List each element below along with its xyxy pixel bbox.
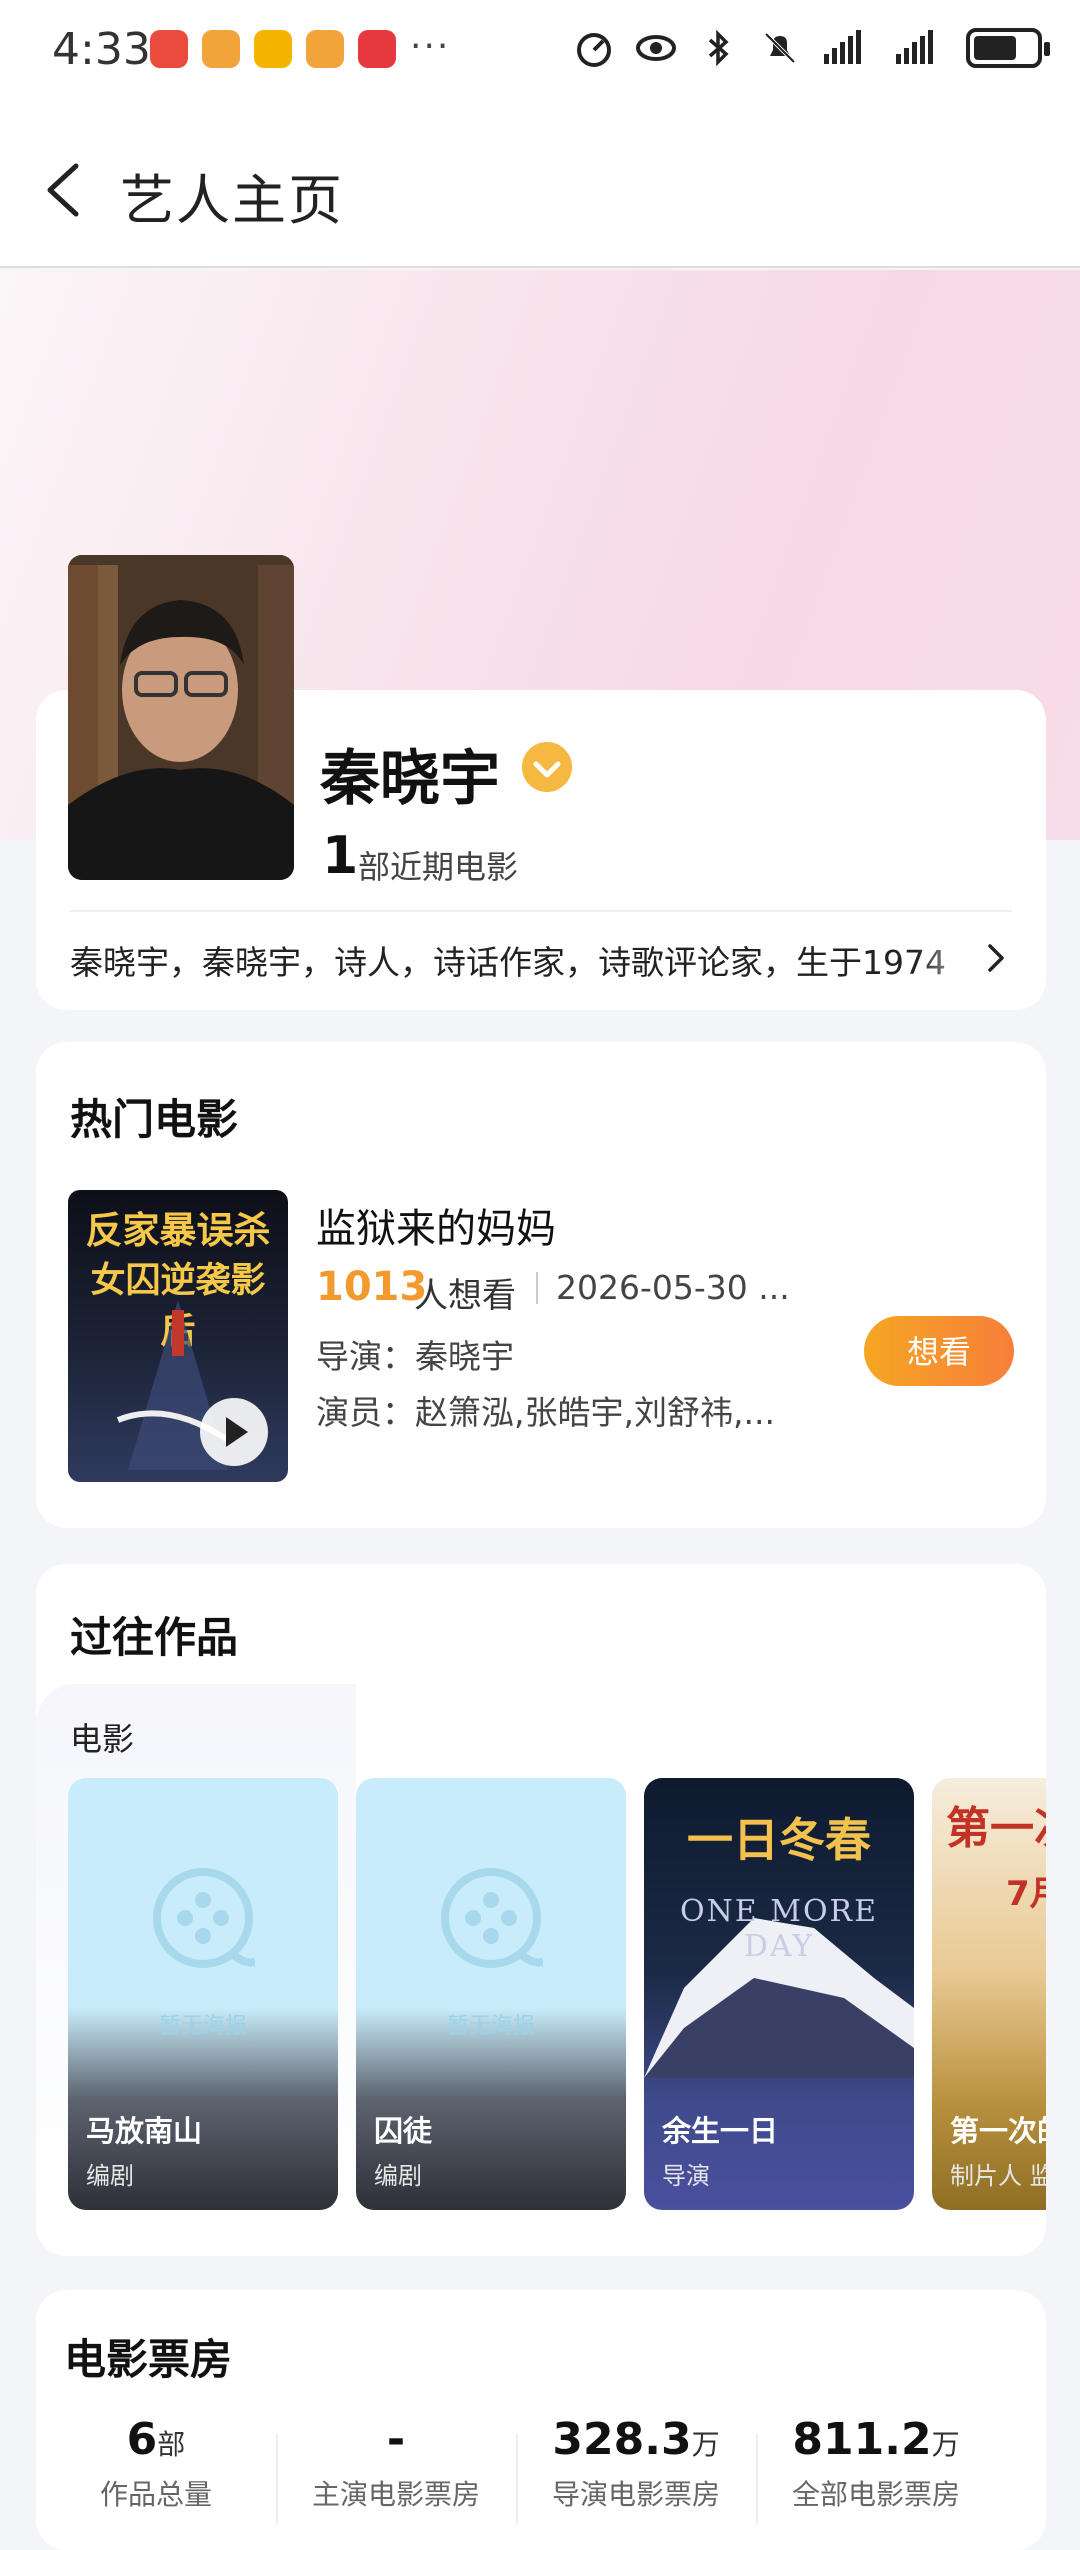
artist-name: 秦晓宇 [320,744,500,814]
stat-label: 作品总量 [99,2478,212,2511]
section-title-past-works: 过往作品 [70,1613,239,1662]
box-office-stats: 6部 作品总量 - 主演电影票房 328.3万 导演电影票房 811.2万 全部… [36,2414,1046,2524]
no-poster-label: 暂无海报 [446,2014,535,2039]
movie-actors: 演员：赵箫泓,张皓宇,刘舒祎,... [316,1393,775,1432]
battery-icon [966,28,1050,68]
signal-icon [824,30,861,64]
tab-movies[interactable]: 电影 [70,1714,134,1760]
system-icons [574,28,1050,68]
no-poster-label: 暂无海报 [158,2014,247,2039]
page-title: 艺人主页 [120,169,344,232]
work-title: 马放南山 [86,2114,203,2148]
stat-label: 主演电影票房 [311,2478,480,2511]
release-date: 2026-05-30 ... [556,1268,790,1307]
work-role: 制片人 监 [950,2162,1046,2190]
want-to-see-label: 人想看 [414,1276,516,1316]
mute-icon [764,32,796,64]
box-office-stat: 6部 作品总量 [36,2414,276,2513]
work-role: 导演 [662,2162,710,2190]
movie-director: 导演：秦晓宇 [316,1337,514,1376]
work-title: 余生一日 [662,2114,779,2148]
status-time: 4:33 [52,24,151,75]
stat-unit: 万 [931,2428,960,2461]
stat-value: 811.2 [792,2414,932,2465]
stat-value: - [386,2414,406,2465]
status-bar: 4:33 ··· [0,0,1080,104]
notification-app-icon [254,30,292,68]
film-reel-icon [441,1868,543,1968]
work-title: 囚徒 [374,2114,433,2148]
chevron-right-icon[interactable] [982,940,1010,976]
notification-app-icon [358,30,396,68]
want-to-see-button[interactable]: 想看 [864,1316,1014,1386]
work-card[interactable]: 第一次 7月 第一次的 制片人 监 [932,1778,1046,2210]
movie-title[interactable]: 监狱来的妈妈 [316,1196,556,1254]
artist-photo [68,555,294,880]
artist-bio[interactable]: 秦晓宇，秦晓宇，诗人，诗话作家，诗歌评论家，生于1974 [70,936,990,984]
weibo-icon [202,30,240,68]
want-to-see-count: 1013 [316,1264,428,1310]
speed-icon [577,33,611,67]
film-reel-icon [153,1868,255,1968]
work-title: 第一次的 [950,2114,1046,2148]
stat-unit: 万 [691,2428,720,2461]
stat-value: 328.3 [552,2414,692,2465]
recent-movie-label: 部近期电影 [358,848,519,886]
poster-headline: 反家暴误杀 [85,1208,271,1252]
poster-title: 第一次 [946,1803,1046,1854]
movie-poster[interactable]: 反家暴误杀 女囚逆袭影后 [68,1190,288,1482]
section-title-box-office: 电影票房 [64,2335,233,2384]
work-card[interactable]: 暂无海报 囚徒 编剧 [356,1778,626,2210]
eye-icon [636,35,676,61]
poster-subtitle: ONE MORE DAY [679,1894,879,1964]
box-office-stat: 328.3万 导演电影票房 [516,2414,756,2524]
past-works-list: 暂无海报 马放南山 编剧 暂无海报 囚徒 编剧 一日冬春 ONE MORE DA… [68,1778,1046,2212]
divider [536,1272,538,1304]
weibo-icon [306,30,344,68]
stat-label: 全部电影票房 [791,2478,960,2511]
recent-movie-count: 1 [322,826,359,886]
bluetooth-icon [708,29,729,67]
poster-subtitle: 7月 [1006,1874,1046,1914]
section-title-hot-movies: 热门电影 [70,1095,239,1144]
play-trailer-button[interactable] [200,1398,268,1466]
stat-unit: 部 [157,2428,186,2461]
box-office-stat: - 主演电影票房 [276,2414,516,2524]
work-role: 编剧 [86,2162,134,2190]
poster-title: 一日冬春 [687,1813,871,1867]
work-card[interactable]: 暂无海报 马放南山 编剧 [68,1778,338,2210]
notification-app-icon [150,30,188,68]
back-arrow-icon[interactable] [36,158,96,222]
box-office-stat: 811.2万 全部电影票房 [756,2414,996,2524]
more-notifications-icon: ··· [410,26,451,67]
stat-label: 导演电影票房 [551,2478,720,2511]
notification-icons [150,30,396,68]
work-role: 编剧 [374,2162,422,2190]
divider [70,910,1012,912]
artist-avatar[interactable] [68,555,294,880]
verified-badge-icon [522,742,572,792]
stat-value: 6 [126,2414,158,2465]
work-card[interactable]: 一日冬春 ONE MORE DAY 余生一日 导演 [644,1778,914,2210]
app-header: 艺人主页 [0,104,1080,268]
signal-icon [896,30,933,64]
